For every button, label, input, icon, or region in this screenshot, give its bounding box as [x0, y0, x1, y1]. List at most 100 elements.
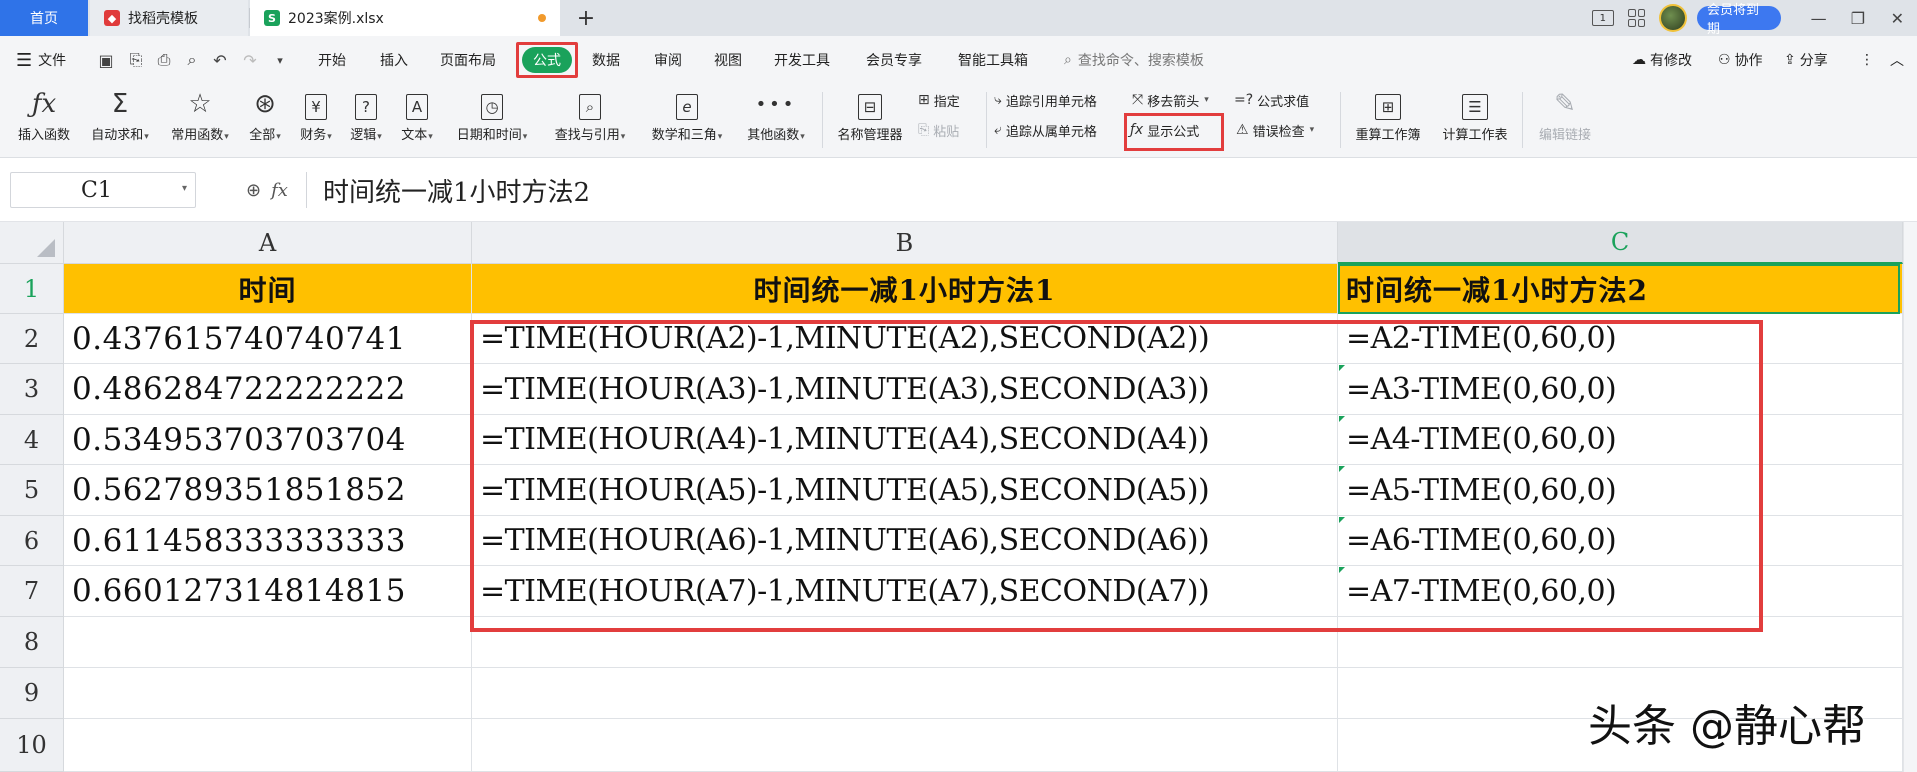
more-options-icon[interactable]: ⋮ — [1860, 36, 1874, 84]
lookup-button[interactable]: ⌕ 查找与引用▾ — [544, 84, 636, 158]
redo-icon[interactable]: ↷ — [240, 50, 260, 70]
modified-status[interactable]: ☁ 有修改 — [1632, 36, 1692, 84]
export-icon[interactable]: ⎘ — [126, 50, 146, 70]
row-header[interactable]: 7 — [0, 566, 64, 617]
minimize-button[interactable]: — — [1799, 9, 1838, 28]
tab-page-layout[interactable]: 页面布局 — [440, 36, 496, 84]
math-button[interactable]: e 数学和三角▾ — [642, 84, 732, 158]
error-check-button[interactable]: ⚠ 错误检查 ▾ — [1236, 118, 1314, 142]
error-indicator-icon[interactable] — [1339, 365, 1345, 371]
finance-button[interactable]: ¥ 财务▾ — [294, 84, 338, 158]
row-header[interactable]: 10 — [0, 719, 64, 772]
cell-a6[interactable]: 0.611458333333333 — [64, 516, 472, 566]
common-functions-button[interactable]: ☆ 常用函数▾ — [162, 84, 238, 158]
cell-b5[interactable]: =TIME(HOUR(A5)-1,MINUTE(A5),SECOND(A5)) — [472, 465, 1338, 516]
zoom-search-icon[interactable]: ⊕ — [246, 180, 261, 201]
tab-developer[interactable]: 开发工具 — [774, 36, 830, 84]
cell-c2[interactable]: =A2-TIME(0,60,0) — [1338, 314, 1903, 364]
row-header[interactable]: 5 — [0, 465, 64, 516]
evaluate-formula-button[interactable]: =? 公式求值 — [1234, 88, 1309, 112]
cell-c7[interactable]: =A7-TIME(0,60,0) — [1338, 566, 1903, 617]
cell-b9[interactable] — [472, 668, 1338, 719]
calculate-sheet-button[interactable]: ☰ 计算工作表 — [1434, 84, 1516, 158]
new-tab-button[interactable]: + — [572, 4, 600, 32]
close-button[interactable]: ✕ — [1878, 9, 1917, 28]
tab-home[interactable]: 首页 — [0, 0, 88, 36]
row-header[interactable]: 3 — [0, 364, 64, 415]
cell-a2[interactable]: 0.437615740740741 — [64, 314, 472, 364]
vertical-scrollbar[interactable] — [1903, 222, 1917, 772]
error-indicator-icon[interactable] — [1339, 466, 1345, 472]
tab-docer-templates[interactable]: ◆ 找稻壳模板 — [90, 0, 248, 36]
cell-b1[interactable]: 时间统一减1小时方法1 — [472, 264, 1338, 314]
row-header[interactable]: 2 — [0, 314, 64, 364]
other-functions-button[interactable]: ••• 其他函数▾ — [738, 84, 814, 158]
collab-button[interactable]: ⚇ 协作 — [1718, 36, 1763, 84]
column-header-c[interactable]: C — [1338, 222, 1903, 264]
print-icon[interactable]: ⎙ — [154, 50, 174, 70]
edit-links-button[interactable]: ✎ 编辑链接 — [1530, 84, 1600, 158]
undo-icon[interactable]: ↶ — [210, 50, 230, 70]
select-all-corner[interactable] — [0, 222, 64, 264]
file-menu[interactable]: ☰ 文件 — [16, 36, 66, 84]
chevron-down-icon[interactable]: ▾ — [182, 183, 187, 194]
cell-b6[interactable]: =TIME(HOUR(A6)-1,MINUTE(A6),SECOND(A6)) — [472, 516, 1338, 566]
cell-b2[interactable]: =TIME(HOUR(A2)-1,MINUTE(A2),SECOND(A2)) — [472, 314, 1338, 364]
tab-file[interactable]: S 2023案例.xlsx — [250, 0, 560, 36]
collapse-ribbon-icon[interactable]: ︿ — [1890, 36, 1904, 84]
cell-b4[interactable]: =TIME(HOUR(A4)-1,MINUTE(A4),SECOND(A4)) — [472, 415, 1338, 465]
name-manager-button[interactable]: ⊟ 名称管理器 — [830, 84, 910, 158]
cell-a1[interactable]: 时间 — [64, 264, 472, 314]
tab-data[interactable]: 数据 — [592, 36, 620, 84]
vip-expiring-badge[interactable]: 会员将到期 — [1696, 3, 1781, 37]
cell-c3[interactable]: =A3-TIME(0,60,0) — [1338, 364, 1903, 415]
cell-a7[interactable]: 0.660127314814815 — [64, 566, 472, 617]
column-header-a[interactable]: A — [64, 222, 472, 264]
tab-view[interactable]: 视图 — [714, 36, 742, 84]
row-header[interactable]: 4 — [0, 415, 64, 465]
print-preview-icon[interactable]: ⌕ — [182, 50, 202, 70]
avatar[interactable] — [1659, 4, 1687, 32]
datetime-button[interactable]: ◷ 日期和时间▾ — [448, 84, 536, 158]
row-header[interactable]: 6 — [0, 516, 64, 566]
trace-precedents-button[interactable]: ⤷ 追踪引用单元格 — [994, 88, 1097, 112]
cell-c4[interactable]: =A4-TIME(0,60,0) — [1338, 415, 1903, 465]
cell-a8[interactable] — [64, 617, 472, 668]
text-functions-button[interactable]: A 文本▾ — [394, 84, 440, 158]
save-icon[interactable]: ▣ — [96, 50, 116, 70]
insert-function-button[interactable]: ƒx 插入函数 — [10, 84, 78, 158]
cell-b3[interactable]: =TIME(HOUR(A3)-1,MINUTE(A3),SECOND(A3)) — [472, 364, 1338, 415]
remove-arrows-button[interactable]: ⤧ 移去箭头 ▾ — [1132, 88, 1209, 112]
error-indicator-icon[interactable] — [1339, 517, 1345, 523]
cell-c5[interactable]: =A5-TIME(0,60,0) — [1338, 465, 1903, 516]
command-search[interactable]: ⌕ 查找命令、搜索模板 — [1064, 36, 1204, 84]
cell-a3[interactable]: 0.486284722222222 — [64, 364, 472, 415]
error-indicator-icon[interactable] — [1339, 416, 1345, 422]
row-header[interactable]: 8 — [0, 617, 64, 668]
auto-sum-button[interactable]: Σ 自动求和▾ — [84, 84, 156, 158]
tab-smart-toolbox[interactable]: 智能工具箱 — [958, 36, 1028, 84]
cell-a5[interactable]: 0.562789351851852 — [64, 465, 472, 516]
restore-button[interactable]: ❐ — [1838, 9, 1877, 28]
tab-insert[interactable]: 插入 — [380, 36, 408, 84]
column-header-b[interactable]: B — [472, 222, 1338, 264]
cell-a10[interactable] — [64, 719, 472, 772]
recalculate-workbook-button[interactable]: ⊞ 重算工作簿 — [1348, 84, 1428, 158]
cell-c8[interactable] — [1338, 617, 1903, 668]
apps-grid-icon[interactable] — [1627, 9, 1646, 27]
cell-c1[interactable]: 时间统一减1小时方法2 — [1338, 264, 1903, 314]
cell-b8[interactable] — [472, 617, 1338, 668]
name-box[interactable]: C1 ▾ — [10, 172, 196, 208]
trace-dependents-button[interactable]: ⤶ 追踪从属单元格 — [994, 118, 1097, 142]
cell-a4[interactable]: 0.534953703703704 — [64, 415, 472, 465]
formula-input[interactable]: 时间统一减1小时方法2 — [306, 172, 1906, 208]
cell-a9[interactable] — [64, 668, 472, 719]
row-header[interactable]: 9 — [0, 668, 64, 719]
tab-review[interactable]: 审阅 — [654, 36, 682, 84]
quick-access-dropdown-icon[interactable]: ▾ — [270, 50, 290, 70]
assign-name-button[interactable]: ⊞ 指定 — [918, 88, 960, 112]
logic-button[interactable]: ? 逻辑▾ — [344, 84, 388, 158]
layout-mode-icon[interactable]: 1 — [1592, 10, 1614, 26]
tab-home-ribbon[interactable]: 开始 — [318, 36, 346, 84]
tab-member[interactable]: 会员专享 — [866, 36, 922, 84]
